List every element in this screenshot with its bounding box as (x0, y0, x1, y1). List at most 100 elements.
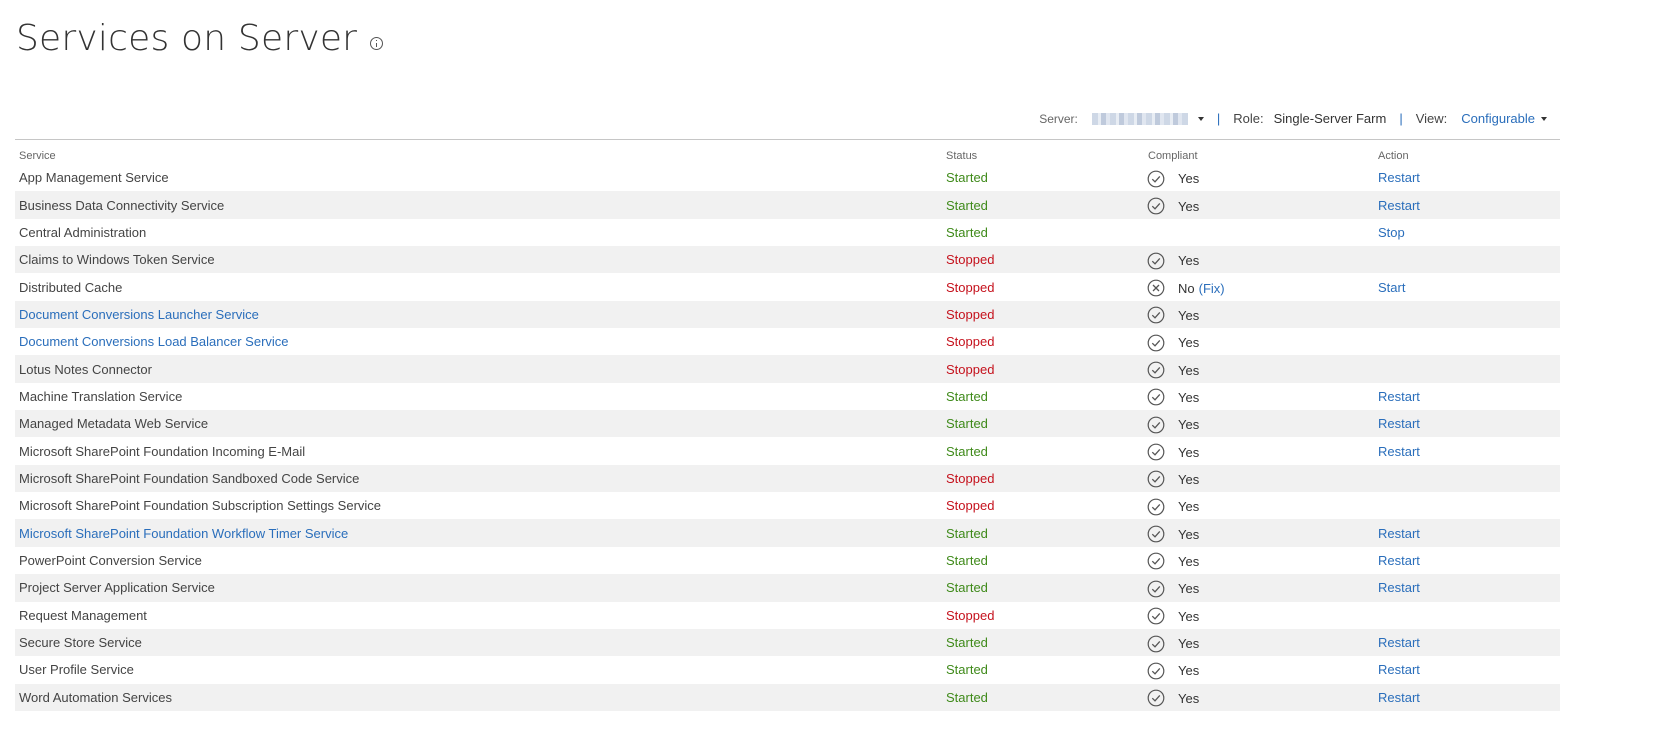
compliant-text: Yes (1178, 307, 1200, 323)
table-row: App Management Service Started Yes Restart (15, 164, 1560, 191)
check-icon (1147, 607, 1165, 625)
check-icon (1147, 498, 1165, 516)
toolbar-separator: | (1216, 111, 1221, 126)
action-link[interactable]: Restart (1378, 526, 1420, 541)
server-toolbar: Server: | Role: Single-Server Farm | Vie… (1039, 111, 1547, 126)
table-row: Request Management Stopped Yes (15, 602, 1560, 629)
table-row: User Profile Service Started Yes Restart (15, 656, 1560, 683)
status-text: Started (946, 170, 988, 186)
action-link[interactable]: Restart (1378, 580, 1420, 595)
table-header: Service Status Compliant Action (15, 140, 1560, 164)
table-row: Microsoft SharePoint Foundation Workflow… (15, 519, 1560, 547)
table-row: Project Server Application Service Starte… (15, 574, 1560, 602)
compliant-text: No (1178, 280, 1195, 296)
action-link[interactable]: Restart (1378, 690, 1420, 705)
check-icon (1147, 361, 1165, 379)
compliant-text: Yes (1178, 253, 1200, 269)
chevron-down-icon[interactable] (1197, 116, 1204, 121)
table-row: Document Conversions Load Balancer Servi… (15, 328, 1560, 355)
service-name: Central Administration (19, 224, 147, 240)
fix-link[interactable]: (Fix) (1199, 281, 1225, 296)
service-name: Microsoft SharePoint Foundation Incoming… (19, 443, 306, 459)
check-icon (1147, 635, 1165, 653)
check-icon (1147, 443, 1165, 461)
compliant-text: Yes (1178, 636, 1200, 652)
status-text: Started (946, 635, 988, 651)
action-link[interactable]: Stop (1378, 225, 1405, 240)
view-selector[interactable]: Configurable (1461, 111, 1535, 126)
status-text: Started (946, 662, 988, 678)
check-icon (1147, 525, 1165, 543)
compliant-text: Yes (1178, 444, 1200, 460)
service-name[interactable]: Document Conversions Launcher Service (19, 307, 259, 322)
service-name: App Management Service (19, 170, 169, 186)
status-text: Stopped (946, 334, 995, 350)
column-header-service[interactable]: Service (15, 150, 942, 164)
table-row: Distributed Cache Stopped No (Fix) Start (15, 273, 1560, 300)
page-header: Services on Server (16, 16, 384, 62)
check-icon (1147, 470, 1165, 488)
service-name: Claims to Windows Token Service (19, 252, 215, 268)
status-text: Stopped (946, 252, 995, 268)
action-link[interactable]: Restart (1378, 444, 1420, 459)
action-link[interactable]: Restart (1378, 198, 1420, 213)
compliant-text: Yes (1178, 690, 1200, 706)
page-title: Services on Server (16, 18, 358, 59)
service-name: Managed Metadata Web Service (19, 416, 209, 432)
service-name: Business Data Connectivity Service (19, 197, 225, 213)
role-value: Single-Server Farm (1273, 111, 1387, 126)
status-text: Stopped (946, 361, 995, 377)
table-row: Secure Store Service Started Yes Restart (15, 628, 1560, 657)
service-name: Project Server Application Service (19, 580, 215, 596)
table-row: Microsoft SharePoint Foundation Subscrip… (15, 492, 1560, 519)
service-name: Word Automation Services (19, 689, 172, 705)
service-name[interactable]: Document Conversions Load Balancer Servi… (19, 334, 289, 349)
action-link[interactable]: Restart (1378, 635, 1420, 650)
status-text: Started (946, 552, 988, 568)
service-name: Secure Store Service (19, 635, 142, 651)
compliant-text: Yes (1178, 335, 1200, 351)
action-link[interactable]: Restart (1378, 416, 1420, 431)
action-link[interactable]: Restart (1378, 662, 1420, 677)
table-row: Machine Translation Service Started Yes Res… (15, 383, 1560, 410)
service-name: Request Management (19, 607, 147, 623)
action-link[interactable]: Restart (1378, 170, 1420, 185)
compliant-text: Yes (1178, 581, 1200, 597)
column-header-action: Action (1378, 150, 1409, 162)
table-row: Business Data Connectivity Service Starte… (15, 191, 1560, 219)
service-name: Machine Translation Service (19, 388, 183, 404)
check-icon (1147, 306, 1165, 324)
check-icon (1147, 197, 1165, 215)
table-body: App Management Service Started Yes Restart B… (15, 164, 1560, 711)
status-text: Started (946, 525, 988, 541)
role-label: Role: (1233, 111, 1264, 126)
action-link[interactable]: Start (1378, 280, 1405, 295)
chevron-down-icon[interactable] (1541, 116, 1547, 121)
table-row: PowerPoint Conversion Service Started Yes R… (15, 547, 1560, 574)
server-name-redacted[interactable] (1091, 112, 1188, 125)
status-text: Started (946, 580, 988, 596)
service-name[interactable]: Microsoft SharePoint Foundation Workflow… (19, 526, 348, 541)
status-text: Stopped (946, 498, 995, 514)
table-row: Word Automation Services Started Yes Restar… (15, 683, 1560, 711)
compliant-text: Yes (1178, 553, 1200, 569)
table-row: Microsoft SharePoint Foundation Incoming… (15, 437, 1560, 464)
compliant-text: Yes (1178, 198, 1200, 214)
check-icon (1147, 252, 1165, 270)
compliant-text: Yes (1178, 608, 1200, 624)
column-header-status[interactable]: Status (942, 150, 1143, 164)
check-icon (1147, 334, 1165, 352)
status-text: Started (946, 416, 988, 432)
server-label: Server: (1039, 111, 1078, 126)
toolbar-separator: | (1399, 111, 1403, 126)
action-link[interactable]: Restart (1378, 553, 1420, 568)
action-link[interactable]: Restart (1378, 389, 1420, 404)
check-icon (1147, 662, 1165, 680)
x-icon (1147, 279, 1165, 297)
view-label: View: (1415, 111, 1448, 126)
column-header-compliant[interactable]: Compliant (1143, 150, 1374, 164)
check-icon (1147, 416, 1165, 434)
status-text: Started (946, 388, 988, 404)
status-text: Started (946, 197, 988, 213)
info-icon[interactable] (370, 36, 384, 50)
